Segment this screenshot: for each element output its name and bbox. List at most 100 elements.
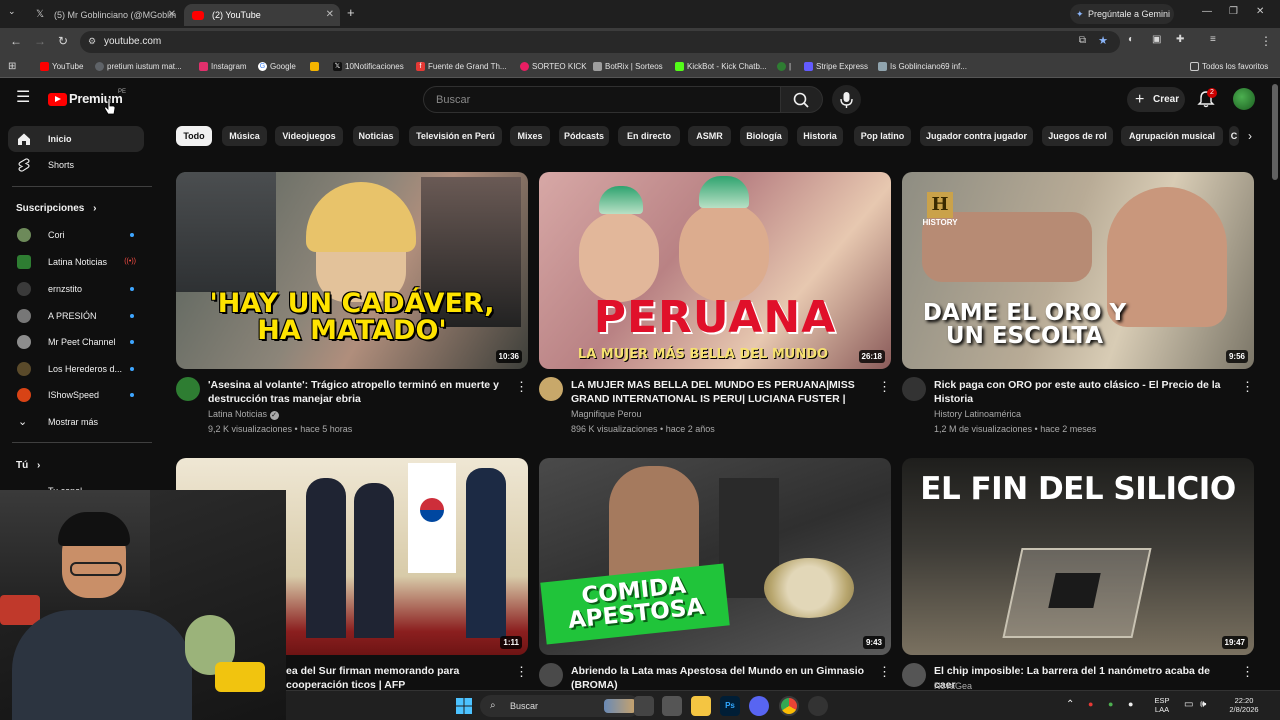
taskbar-search-box[interactable]: ⌕ Buscar [480, 695, 640, 717]
sidebar-sub-ernzstito[interactable]: ernzstito [8, 276, 144, 302]
reading-list-icon[interactable]: ≡ [1210, 34, 1216, 45]
tray-app-icon[interactable]: ● [1088, 700, 1093, 709]
new-tab-button[interactable]: + [347, 5, 355, 20]
filter-chip[interactable]: Biología [740, 126, 788, 146]
filter-chip[interactable]: Agrupación musical [1121, 126, 1223, 146]
sidebar-sub-ishowspeed[interactable]: IShowSpeed [8, 382, 144, 408]
video-thumbnail[interactable]: COMIDA APESTOSA 9:43 [539, 458, 891, 655]
bookmark-green[interactable]: | [777, 56, 791, 78]
show-hidden-icons-icon[interactable]: ⌃ [1066, 700, 1074, 710]
bookmark-notificaciones[interactable]: 𝕏 10Notificaciones [333, 56, 404, 78]
network-icon[interactable]: ▭ [1184, 700, 1193, 710]
tray-app-icon[interactable]: ● [1108, 700, 1113, 709]
video-title[interactable]: 'Asesina al volante': Trágico atropello … [208, 378, 503, 406]
close-window-icon[interactable]: ✕ [1256, 6, 1264, 17]
video-more-options-icon[interactable]: ⋮ [1241, 379, 1254, 395]
video-title[interactable]: El chip imposible: La barrera del 1 nanó… [934, 664, 1229, 692]
chevron-right-icon[interactable]: › [1240, 126, 1260, 146]
video-channel[interactable]: History Latinoamérica [934, 409, 1021, 419]
video-title[interactable]: Rick paga con ORO por este auto clásico … [934, 378, 1229, 406]
sidebar-item-home[interactable]: Inicio [8, 126, 144, 152]
url-field[interactable]: ⚙ youtube.com ⧉ ★ [80, 31, 1120, 53]
minimize-icon[interactable]: — [1202, 6, 1212, 17]
bookmark-pretium[interactable]: pretium iustum mat... [95, 56, 182, 78]
tray-app-icon[interactable]: ● [1128, 700, 1133, 709]
filter-chip[interactable]: Noticias [353, 126, 399, 146]
bookmark-star-icon[interactable]: ★ [1098, 34, 1108, 47]
extension-icon[interactable]: ▣ [1152, 34, 1161, 45]
video-channel[interactable]: Latina Noticias ✓ [208, 409, 279, 420]
video-title[interactable]: ea del Sur firman memorando para coopera… [286, 664, 518, 692]
video-thumbnail[interactable]: EL FIN DEL SILICIO 19:47 [902, 458, 1254, 655]
sidebar-sub-latina-noticias[interactable]: Latina Noticias ((•)) [8, 249, 144, 275]
filter-chip[interactable]: Pop latino [854, 126, 911, 146]
video-thumbnail[interactable]: PERUANA LA MUJER MÁS BELLA DEL MUNDO 26:… [539, 172, 891, 369]
more-menu-icon[interactable]: ⋮ [1260, 34, 1272, 48]
bookmark-youtube[interactable]: YouTube [40, 56, 83, 78]
video-more-options-icon[interactable]: ⋮ [515, 379, 528, 395]
chrome-icon[interactable] [779, 696, 799, 716]
search-button[interactable] [781, 86, 823, 113]
site-info-icon[interactable]: ⚙ [88, 36, 96, 47]
input-language[interactable]: ESP LAA [1152, 696, 1172, 714]
sidebar-sub-cori[interactable]: Cori [8, 222, 144, 248]
search-input[interactable] [424, 87, 780, 112]
bookmark-instagram[interactable]: Instagram [199, 56, 247, 78]
filter-chip[interactable]: Televisión en Perú [409, 126, 502, 146]
close-icon[interactable]: ✕ [326, 4, 334, 26]
filter-chip[interactable]: Jugador contra jugador [920, 126, 1033, 146]
tab-youtube[interactable]: (2) YouTube ✕ [184, 4, 340, 26]
filter-chip[interactable]: Juegos de rol [1042, 126, 1113, 146]
hamburger-menu-icon[interactable]: ☰ [16, 90, 30, 106]
bookmark-pinwheel[interactable] [310, 56, 322, 78]
filter-chip[interactable]: Música [222, 126, 267, 146]
sidebar-sub-mr-peet[interactable]: Mr Peet Channel [8, 329, 144, 355]
sidebar-item-shorts[interactable]: Shorts [8, 152, 144, 178]
extensions-puzzle-icon[interactable]: ✚ [1176, 34, 1184, 45]
bookmark-sorteo-kick[interactable]: SORTEO KICK [520, 56, 587, 78]
photoshop-icon[interactable]: Ps [720, 696, 740, 716]
video-thumbnail[interactable]: H HISTORY DAME EL ORO Y UN ESCOLTA 9:56 [902, 172, 1254, 369]
video-more-options-icon[interactable]: ⋮ [878, 379, 891, 395]
discord-icon[interactable] [749, 696, 769, 716]
bookmark-gta-font[interactable]: f Fuente de Grand Th... [416, 56, 507, 78]
filter-chip[interactable]: Mixes [510, 126, 550, 146]
subscriptions-header[interactable]: Suscripciones › [16, 203, 96, 214]
windows-start-icon[interactable] [456, 698, 472, 714]
channel-avatar[interactable] [176, 377, 200, 401]
bookmark-kickbot[interactable]: KickBot - Kick Chatb... [675, 56, 767, 78]
channel-avatar[interactable] [902, 663, 926, 687]
tab-twitter[interactable]: 𝕏 (5) Mr Goblinciano (@MGoblin ✕ [26, 4, 182, 26]
filter-chip[interactable]: En directo [618, 126, 680, 146]
video-channel[interactable]: Magnifique Perou [571, 409, 642, 419]
app-icon[interactable] [662, 696, 682, 716]
video-title[interactable]: Abriendo la Lata mas Apestosa del Mundo … [571, 664, 866, 692]
reload-icon[interactable]: ↻ [58, 34, 68, 48]
sidebar-sub-a-presion[interactable]: A PRESIÓN [8, 303, 144, 329]
extension-icon[interactable]: ◐ [1128, 34, 1134, 45]
channel-avatar[interactable] [902, 377, 926, 401]
filter-chip[interactable]: Videojuegos [275, 126, 343, 146]
bookmark-botrix[interactable]: BotRix | Sorteos [593, 56, 663, 78]
volume-icon[interactable]: 🕪 [1200, 700, 1206, 710]
voice-search-button[interactable] [832, 85, 861, 114]
video-more-options-icon[interactable]: ⋮ [1241, 664, 1254, 680]
channel-avatar[interactable] [539, 377, 563, 401]
sidebar-sub-los-herederos[interactable]: Los Herederos d... [8, 356, 144, 382]
bookmark-stripe[interactable]: Stripe Express [804, 56, 868, 78]
video-thumbnail[interactable]: 'HAY UN CADÁVER, HA MATADO' 10:36 [176, 172, 528, 369]
video-more-options-icon[interactable]: ⋮ [878, 664, 891, 680]
all-bookmarks-folder[interactable]: Todos los favoritos [1190, 56, 1268, 78]
close-icon[interactable]: ✕ [168, 4, 176, 26]
you-section-header[interactable]: Tú › [16, 460, 40, 471]
create-button[interactable]: + Crear [1127, 87, 1185, 112]
file-explorer-icon[interactable] [691, 696, 711, 716]
bookmark-goblinciano[interactable]: Is Goblinciano69 inf... [878, 56, 967, 78]
filter-chip[interactable]: C [1229, 126, 1239, 146]
page-scrollbar-thumb[interactable] [1272, 84, 1278, 180]
account-avatar[interactable] [1233, 88, 1255, 110]
apps-grid-icon[interactable]: ⊞ [8, 61, 16, 72]
sidebar-show-more[interactable]: ⌄ Mostrar más [8, 409, 144, 435]
channel-avatar[interactable] [539, 663, 563, 687]
maximize-icon[interactable]: ❐ [1229, 6, 1238, 17]
